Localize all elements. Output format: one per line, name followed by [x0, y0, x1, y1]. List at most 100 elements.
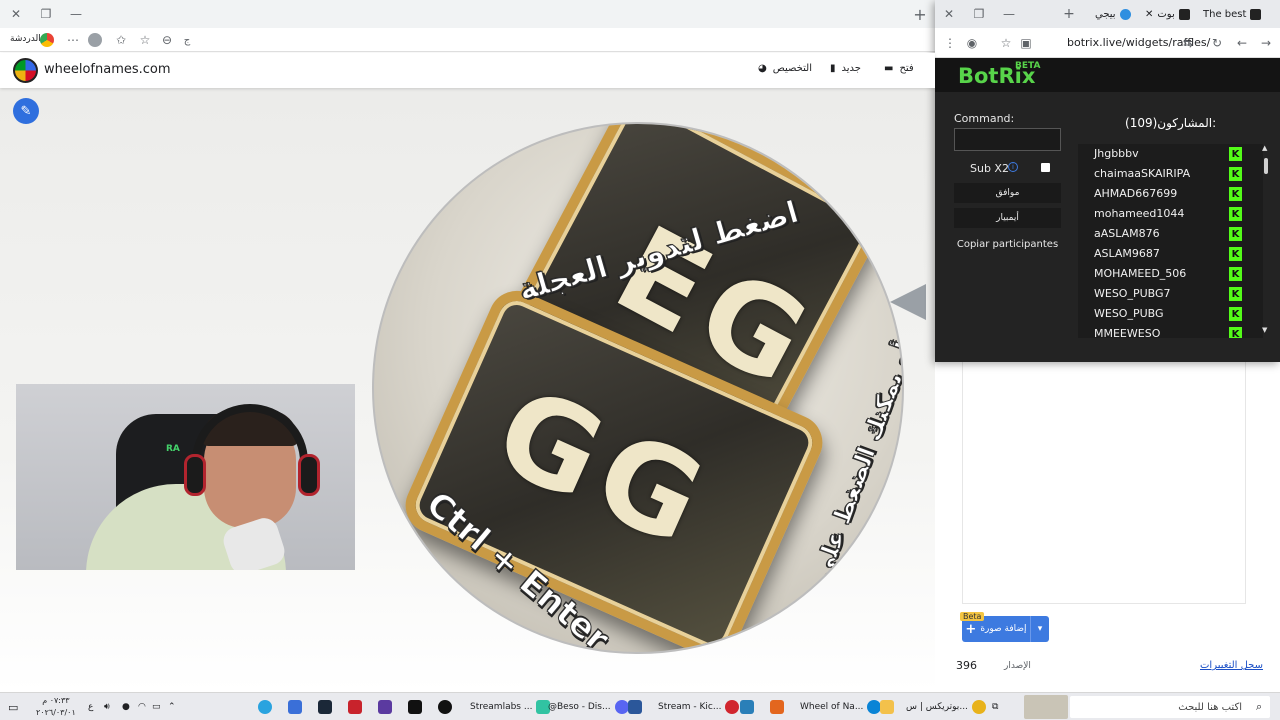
- app-icon-teal[interactable]: [740, 699, 754, 715]
- restore-window-button[interactable]: ❐: [36, 4, 56, 24]
- account-icon[interactable]: ◉: [963, 34, 981, 52]
- participants-list[interactable]: Jhgbbbv KchaimaaSKAIRIPA K AHMAD667699 Kmoha…: [1078, 144, 1263, 338]
- search-highlight-image[interactable]: [1024, 695, 1068, 719]
- participant-name: MMEEWESO: [1094, 327, 1161, 338]
- minimize-window-button[interactable]: —: [66, 4, 86, 24]
- raffle-widget: Command: Sub X2 i موافق أيمبيار Copiar p…: [935, 92, 1280, 362]
- tiktok-icon[interactable]: [438, 699, 452, 715]
- taskbar-app-wheel[interactable]: Wheel of Na...: [800, 699, 882, 715]
- participant-row[interactable]: aASLAM876 K: [1078, 224, 1248, 244]
- site-title[interactable]: wheelofnames.com: [44, 62, 171, 77]
- tray-expand-icon[interactable]: ⌃: [168, 699, 176, 715]
- popup-close-button[interactable]: ✕: [939, 4, 959, 24]
- kick-icon: K: [1229, 167, 1242, 181]
- participant-row[interactable]: MMEEWESO K: [1078, 324, 1248, 338]
- wifi-icon[interactable]: ◠: [138, 699, 146, 715]
- more-icon[interactable]: ⋯: [64, 31, 82, 49]
- participant-row[interactable]: AHMAD667699 K: [1078, 184, 1248, 204]
- new-tab-button[interactable]: +: [910, 4, 930, 24]
- star-icon[interactable]: ☆: [136, 31, 154, 49]
- tab-edge[interactable]: بيجي: [1095, 4, 1135, 24]
- forward-icon[interactable]: →: [1257, 34, 1275, 52]
- site-settings-icon[interactable]: ⇆: [1179, 34, 1197, 52]
- extensions-icon[interactable]: ▣: [1017, 34, 1035, 52]
- capcut-icon[interactable]: [408, 699, 422, 715]
- translate-icon[interactable]: ج: [178, 31, 196, 49]
- mic-tray-icon[interactable]: ●: [122, 699, 130, 715]
- steam-icon[interactable]: [318, 699, 332, 715]
- windows-taskbar: ▭ ٠٧:٣٣ م ٢٠٢٦/٠٣/٠١ ع 🔊︎ ● ◠ ▭ ⌃ Stream…: [0, 692, 1280, 720]
- edit-pencil-button[interactable]: ✎: [13, 98, 39, 124]
- reload-icon[interactable]: ↻: [1208, 34, 1226, 52]
- bookmark-star-icon[interactable]: ☆: [997, 34, 1015, 52]
- command-input[interactable]: [954, 128, 1061, 151]
- clock-time: ٠٧:٣٣ م: [42, 696, 70, 705]
- telegram-icon[interactable]: [258, 699, 272, 715]
- info-icon[interactable]: i: [1008, 162, 1018, 172]
- close-window-button[interactable]: ✕: [6, 4, 26, 24]
- address-bar: الدردشة ⋯ ✩ ☆ ⊖ ج: [0, 28, 935, 52]
- app-icon-purple[interactable]: [378, 699, 392, 715]
- taskbar-search-box[interactable]: اكتب هنا للبحث: [1070, 696, 1270, 718]
- changelog-link[interactable]: سجل التغييرات: [1200, 660, 1263, 671]
- menu-customize[interactable]: ◕ التخصيص: [758, 63, 812, 74]
- tab-close-icon[interactable]: ✕: [1145, 9, 1153, 20]
- task-view-icon[interactable]: ⧉: [992, 699, 998, 715]
- menu-new[interactable]: ▮ جديد: [830, 63, 861, 74]
- taskbar-app-botrix[interactable]: بوتريكس | س...: [906, 699, 986, 715]
- confirm-button[interactable]: موافق: [954, 183, 1061, 203]
- menu-icon[interactable]: ⋮: [941, 34, 959, 52]
- menu-open-label: فتح: [899, 63, 914, 74]
- scroll-up-arrow[interactable]: ▲: [1262, 144, 1267, 152]
- clear-button[interactable]: أيمبيار: [954, 208, 1061, 228]
- tab-kick[interactable]: The best: [1203, 4, 1275, 24]
- volume-icon[interactable]: 🔊︎: [104, 699, 110, 715]
- popup-restore-button[interactable]: ❐: [969, 4, 989, 24]
- scroll-thumb[interactable]: [1264, 158, 1268, 174]
- participants-scrollbar[interactable]: ▲ ▼: [1262, 144, 1270, 338]
- popup-new-tab-button[interactable]: +: [1059, 4, 1079, 24]
- favorites-icon[interactable]: ✩: [112, 31, 130, 49]
- botrix-tab-icon: [1178, 8, 1190, 20]
- participant-row[interactable]: MOHAMEED_506 K: [1078, 264, 1248, 284]
- taskbar-app-streamlabs[interactable]: Streamlabs ...: [470, 699, 551, 715]
- back-icon[interactable]: ←: [1233, 34, 1251, 52]
- popup-minimize-button[interactable]: —: [999, 4, 1019, 24]
- taskbar-app-kick[interactable]: Stream - Kic...: [658, 699, 740, 715]
- copy-participants-button[interactable]: Copiar participantes: [954, 234, 1061, 254]
- participant-name: WESO_PUBG: [1094, 307, 1164, 320]
- taskbar-app-discord[interactable]: @Beso - Dis...: [548, 699, 629, 715]
- palette-icon: ◕: [758, 63, 767, 74]
- chat-label[interactable]: الدردشة: [10, 34, 41, 44]
- menu-open[interactable]: ▬ فتح: [884, 63, 914, 74]
- notifications-icon[interactable]: ▭: [8, 699, 18, 715]
- participant-row[interactable]: mohameed1044 K: [1078, 204, 1248, 224]
- main-browser-window: ✕ ❐ — + الدردشة ⋯ ✩ ☆ ⊖ ج wheelofnames.c…: [0, 0, 935, 692]
- participant-row[interactable]: chaimaaSKAIRIPA K: [1078, 164, 1248, 184]
- clock-date: ٢٠٢٦/٠٣/٠١: [36, 708, 76, 717]
- file-explorer-icon[interactable]: [880, 699, 894, 715]
- word-icon[interactable]: [628, 699, 642, 715]
- taskbar-clock[interactable]: ٠٧:٣٣ م ٢٠٢٦/٠٣/٠١: [36, 695, 76, 719]
- spin-wheel[interactable]: EG GG اضغط لتدوير العجلة Ctrl + Enter أو…: [372, 122, 904, 654]
- participant-row[interactable]: WESO_PUBG7 K: [1078, 284, 1248, 304]
- read-aloud-icon[interactable]: ⊖: [158, 31, 176, 49]
- app-icon-orange[interactable]: [770, 699, 784, 715]
- wheel-logo-icon[interactable]: [13, 58, 38, 83]
- profile-avatar[interactable]: [88, 33, 102, 47]
- add-dropdown-button[interactable]: ▾: [1030, 616, 1049, 642]
- participant-row[interactable]: Jhgbbbv K: [1078, 144, 1248, 164]
- participant-row[interactable]: WESO_PUBG K: [1078, 304, 1248, 324]
- app-icon-blue[interactable]: [288, 699, 302, 715]
- tab-botrix[interactable]: ✕ بوت: [1145, 4, 1190, 24]
- sub-x2-checkbox[interactable]: [1041, 163, 1050, 172]
- copilot-icon[interactable]: [40, 33, 54, 47]
- participant-row[interactable]: ASLAM9687 K: [1078, 244, 1248, 264]
- scroll-down-arrow[interactable]: ▼: [1262, 326, 1267, 334]
- app-icon-red[interactable]: [348, 699, 362, 715]
- language-indicator[interactable]: ع: [88, 699, 93, 715]
- command-label: Command:: [954, 112, 1015, 125]
- kick-tab-icon: [1250, 8, 1262, 20]
- battery-icon[interactable]: ▭: [152, 699, 161, 715]
- entries-textbox[interactable]: [962, 360, 1246, 604]
